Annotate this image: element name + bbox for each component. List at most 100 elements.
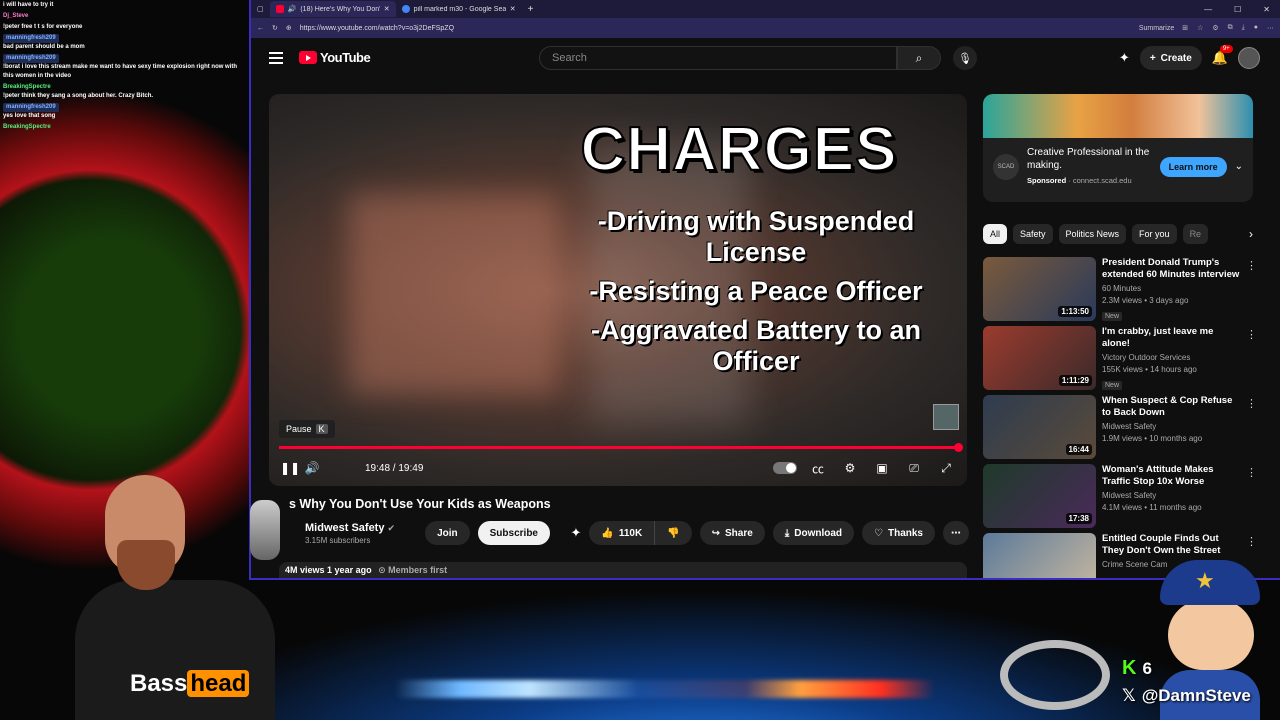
more-vert-icon[interactable]: ⋮ [1246,397,1257,410]
header-actions: ✦ + Create 🔔 9+ [1119,45,1260,70]
extensions-icon[interactable]: ⚙ [1212,24,1218,32]
search-icon: ⌕ [915,50,923,65]
subscribe-button[interactable]: Subscribe [477,521,550,545]
captions-icon: ㏄ [811,461,824,476]
minimize-icon[interactable]: — [1204,5,1212,14]
chip-politics-news[interactable]: Politics News [1058,224,1127,244]
more-actions-button[interactable]: ⋯ [943,521,969,545]
rec-title[interactable]: Woman's Attitude Makes Traffic Stop 10x … [1102,464,1242,488]
rec-channel[interactable]: Victory Outdoor Services [1102,353,1242,362]
rec-channel[interactable]: 60 Minutes [1102,284,1242,293]
reload-icon[interactable]: ↻ [272,24,278,32]
list-item[interactable]: 1:11:29 I'm crabby, just leave me alone!… [983,326,1261,390]
duration-badge: 1:11:29 [1058,375,1092,386]
miniplayer-button[interactable]: ▣ [871,457,893,479]
join-button[interactable]: Join [425,521,470,545]
subscriber-count: 3.15M subscribers [305,535,371,545]
fullscreen-button[interactable]: ⤢ [935,457,957,479]
avatar[interactable] [1238,47,1260,69]
chip-all[interactable]: All [983,224,1008,244]
tab-actions-icon[interactable]: ▢ [251,5,270,13]
channel-name[interactable]: Midwest Safety ✔ [305,522,395,534]
volume-button[interactable]: 🔊 [301,457,323,479]
rec-title[interactable]: President Donald Trump's extended 60 Min… [1102,257,1242,281]
search-button[interactable]: ⌕ [897,46,941,70]
tab-google-search[interactable]: pill marked m30 - Google Search ✕ [396,1,522,17]
video-thumbnail[interactable]: 1:11:29 [983,326,1096,390]
more-vert-icon[interactable]: ⋮ [1246,259,1257,272]
chip-for-you[interactable]: For you [1132,224,1177,244]
summarize-button[interactable]: Summarize [1139,25,1174,32]
more-vert-icon[interactable]: ⋮ [1246,466,1257,479]
more-vert-icon[interactable]: ⋮ [1246,535,1257,548]
download-icon[interactable]: ⤓ [1242,24,1245,32]
stream-stage: i will have to try it Dj_Steve !peter fr… [0,0,1280,720]
like-button[interactable]: 👍 110K [589,521,655,545]
chevron-right-icon[interactable]: › [1249,227,1253,241]
channel-info[interactable]: Midwest Safety ✔ 3.15M subscribers [305,522,395,545]
notifications-button[interactable]: 🔔 9+ [1212,45,1233,66]
favorite-icon[interactable]: ☆ [1197,24,1203,32]
maximize-icon[interactable]: ☐ [1234,5,1241,14]
rec-channel[interactable]: Midwest Safety [1102,422,1242,431]
autoplay-toggle[interactable] [773,462,797,474]
video-player[interactable]: CHARGES -Driving with Suspended License … [269,94,967,486]
tab-youtube[interactable]: 🔊 (18) Here's Why You Don't U ✕ [269,1,396,17]
create-button[interactable]: + Create [1139,46,1202,70]
upload-age: 1 year ago [327,565,372,575]
translate-icon[interactable]: ⊞ [1182,24,1188,32]
close-tab-icon[interactable]: ✕ [510,5,516,13]
settings-button[interactable]: ⚙ [839,457,861,479]
chip-safety[interactable]: Safety [1013,224,1053,244]
chevron-down-icon[interactable]: ⌄ [1235,161,1243,172]
close-window-icon[interactable]: ✕ [1263,5,1270,14]
pause-tooltip: Pause K [279,420,335,438]
site-info-icon[interactable]: ⊕ [286,24,292,32]
search-input[interactable]: Search [539,46,897,70]
voice-search-button[interactable]: 🎙 [953,46,977,70]
members-label: Members first [388,565,448,575]
new-tab-icon[interactable]: + [522,4,540,15]
download-button[interactable]: ⤓ Download [772,521,855,545]
gemini-icon[interactable]: ✦ [1119,50,1130,66]
scrubber-handle[interactable] [954,443,963,452]
more-icon[interactable]: ⋯ [1267,24,1274,32]
rec-title[interactable]: Entitled Couple Finds Out They Don't Own… [1102,533,1242,557]
dislike-button[interactable]: 👎 [654,521,692,545]
thanks-button[interactable]: ♡ Thanks [862,521,935,545]
youtube-logo[interactable]: YouTube [299,50,371,65]
video-thumbnail[interactable]: 16:44 [983,395,1096,459]
download-label: Download [794,527,843,539]
list-item[interactable]: 17:38 Woman's Attitude Makes Traffic Sto… [983,464,1261,528]
video-thumbnail[interactable]: 1:13:50 [983,257,1096,321]
rec-title[interactable]: I'm crabby, just leave me alone! [1102,326,1242,350]
close-tab-icon[interactable]: ✕ [384,5,390,13]
menu-icon[interactable] [269,52,283,67]
chat-username: BreakingSpectre [3,84,51,90]
sponsored-ad[interactable]: SCAD Creative Professional in the making… [983,94,1253,202]
badge-star-icon: ★ [1195,568,1215,593]
chat-line: BreakingSpectre !peter think they sang a … [0,82,246,102]
rec-title[interactable]: When Suspect & Cop Refuse to Back Down [1102,395,1242,419]
rec-channel[interactable]: Midwest Safety [1102,491,1242,500]
learn-more-button[interactable]: Learn more [1159,156,1227,177]
list-item[interactable]: 1:13:50 President Donald Trump's extende… [983,257,1261,321]
plus-icon: + [1149,52,1156,64]
more-vert-icon[interactable]: ⋮ [1246,328,1257,341]
chip-related[interactable]: Re [1182,224,1209,244]
cast-button[interactable]: ⎚ [903,457,925,479]
url-field[interactable]: https://www.youtube.com/watch?v=o3j2DeFS… [300,25,1131,32]
logo-text: YouTube [320,50,371,65]
video-thumbnail[interactable] [983,533,1096,578]
channel-watermark[interactable] [933,404,959,430]
ask-icon[interactable]: ✦ [570,525,581,541]
list-item[interactable]: 16:44 When Suspect & Cop Refuse to Back … [983,395,1261,459]
gear-icon: ⚙ [844,461,856,475]
captions-button[interactable]: ㏄ [807,457,829,479]
back-icon[interactable]: ← [257,25,264,32]
collections-icon[interactable]: ⧉ [1228,24,1233,32]
video-thumbnail[interactable]: 17:38 [983,464,1096,528]
profile-icon[interactable]: ● [1254,24,1258,32]
share-button[interactable]: ↪ Share [699,521,765,545]
progress-bar[interactable] [279,443,963,452]
